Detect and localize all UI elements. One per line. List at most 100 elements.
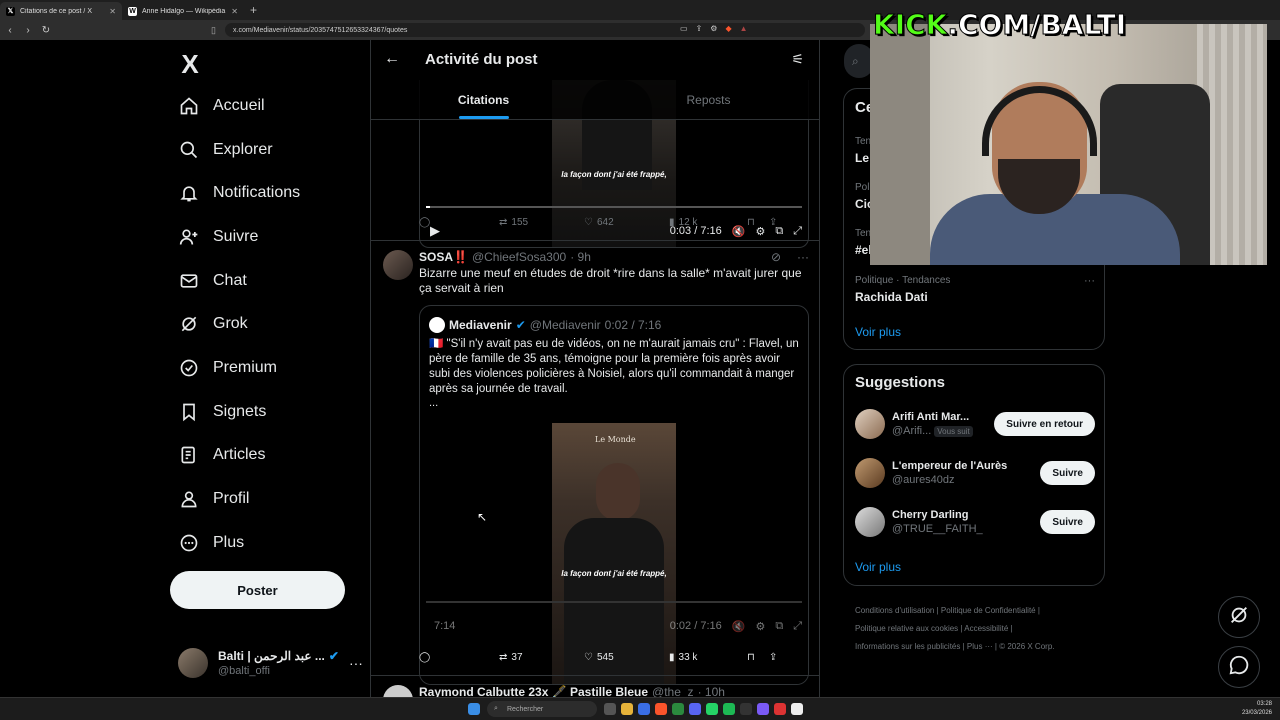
footer-link[interactable]: Politique relative aux cookies — [855, 624, 958, 633]
discord-icon[interactable] — [689, 703, 701, 715]
more-dots-icon: ··· — [348, 655, 363, 671]
reload-icon[interactable]: ↻ — [38, 25, 54, 36]
more-dots-icon[interactable]: ··· — [1084, 275, 1095, 287]
verified-badge-icon: ✔ — [328, 649, 339, 663]
grok-icon[interactable]: ⊘ — [771, 250, 781, 264]
video-brand-watermark: Le Monde — [595, 435, 636, 444]
bookmark-star-icon[interactable]: ▯ — [211, 25, 216, 36]
app-icon[interactable] — [757, 703, 769, 715]
browser-tab[interactable]: 𝕏 Citations de ce post / X ✕ — [0, 2, 122, 20]
brave-icon[interactable] — [655, 703, 667, 715]
share-icon[interactable]: ⇪ — [696, 24, 703, 33]
views-button[interactable]: ▮ 12 k — [669, 217, 747, 228]
post-button[interactable]: Poster — [170, 571, 345, 609]
grok-floating-button[interactable] — [1218, 596, 1260, 638]
brave-rewards-icon[interactable]: ▲ — [740, 24, 748, 33]
nav-item-grok[interactable]: Grok — [170, 302, 360, 346]
settings-icon[interactable]: ⚙ — [710, 24, 717, 33]
nav-item-explore[interactable]: Explorer — [170, 128, 360, 172]
video-progress-bar[interactable] — [426, 206, 802, 208]
nav-item-home[interactable]: Accueil — [170, 84, 360, 128]
more-dots-icon[interactable]: ··· — [797, 250, 809, 264]
reply-icon[interactable]: ◯ — [419, 652, 499, 663]
suggestion-info: Cherry Darling @TRUE__FAITH_ — [892, 509, 1040, 535]
see-more-link[interactable]: Voir plus — [855, 560, 901, 574]
windows-start-icon[interactable] — [468, 703, 480, 715]
suggestion-item[interactable]: Cherry Darling @TRUE__FAITH_ Suivre — [855, 504, 1095, 540]
volume-mute-icon[interactable]: 🔇 — [732, 620, 746, 633]
back-arrow-icon[interactable]: ‹ — [2, 25, 18, 36]
forward-arrow-icon[interactable]: › — [20, 25, 36, 36]
views-button[interactable]: ▮ 33 k — [669, 652, 747, 663]
install-icon[interactable]: ▭ — [680, 24, 688, 33]
footer-link[interactable]: Politique de Confidentialité — [941, 606, 1036, 615]
tab-reposts[interactable]: Reposts — [596, 84, 819, 120]
tab-quotes[interactable]: Citations — [371, 84, 596, 120]
suggestion-item[interactable]: Arifi Anti Mar... @Arifi... Vous suit Suiv… — [855, 406, 1095, 442]
follow-button[interactable]: Suivre — [1040, 510, 1095, 534]
task-view-icon[interactable] — [604, 703, 616, 715]
repost-button[interactable]: ⇄ 155 — [499, 217, 584, 228]
author-name[interactable]: SOSA‼️ — [419, 250, 468, 264]
system-tray-clock[interactable]: 03:28 23/03/2026 — [1242, 700, 1272, 718]
nav-item-articles[interactable]: Articles — [170, 434, 360, 478]
nav-item-more[interactable]: Plus — [170, 521, 360, 565]
new-tab-icon[interactable]: + — [250, 3, 257, 17]
pip-icon[interactable]: ⧉ — [775, 620, 783, 633]
like-button[interactable]: ♡ 642 — [584, 217, 669, 228]
nav-item-notifications[interactable]: Notifications — [170, 171, 360, 215]
nav-item-bookmarks[interactable]: Signets — [170, 390, 360, 434]
suggestions-title: Suggestions — [855, 374, 946, 391]
repost-button[interactable]: ⇄ 37 — [499, 652, 584, 663]
share-icon[interactable]: ⇪ — [769, 652, 777, 663]
quoted-post[interactable]: Mediavenir ✔ @Mediavenir 0:02 / 7:16 🇫🇷 … — [419, 305, 809, 685]
browser-tab[interactable]: W Anne Hidalgo — Wikipédia ✕ — [122, 2, 244, 20]
back-arrow-icon[interactable]: ← — [384, 50, 400, 68]
trend-item[interactable]: Politique · Tendances Rachida Dati ··· — [855, 275, 1095, 304]
bookmark-icon[interactable]: ⊓ — [747, 217, 769, 228]
reply-icon[interactable]: ◯ — [419, 217, 499, 228]
notion-icon[interactable] — [791, 703, 803, 715]
author-handle[interactable]: @ChieefSosa300 — [472, 250, 566, 264]
x-logo-icon[interactable]: X — [170, 44, 210, 84]
app-icon[interactable] — [774, 703, 786, 715]
video-progress-bar[interactable] — [426, 601, 802, 603]
settings-icon[interactable]: ⚙ — [755, 620, 765, 633]
url-field[interactable]: ▯ x.com/Mediavenir/status/20357475126533… — [211, 23, 865, 37]
chat-floating-button[interactable] — [1218, 646, 1260, 688]
fullscreen-icon[interactable]: ⤢ — [793, 620, 802, 633]
obs-icon[interactable] — [740, 703, 752, 715]
bookmark-icon[interactable]: ⊓ — [747, 652, 769, 663]
nav-item-premium[interactable]: Premium — [170, 346, 360, 390]
follow-button[interactable]: Suivre — [1040, 461, 1095, 485]
share-icon[interactable]: ⇪ — [769, 217, 777, 228]
suggestion-item[interactable]: L'empereur de l'Aurès @aures40dz Suivre — [855, 455, 1095, 491]
like-button[interactable]: ♡ 545 — [584, 652, 669, 663]
footer-link[interactable]: Accessibilité — [964, 624, 1008, 633]
app-icon[interactable] — [672, 703, 684, 715]
nav-item-follow[interactable]: Suivre — [170, 215, 360, 259]
whatsapp-icon[interactable] — [706, 703, 718, 715]
see-more-link[interactable]: Voir plus — [855, 325, 901, 339]
avatar — [855, 507, 885, 537]
spotify-icon[interactable] — [723, 703, 735, 715]
footer-link[interactable]: Informations sur les publicités — [855, 642, 960, 651]
close-tab-icon[interactable]: ✕ — [231, 7, 238, 16]
repost-count: 37 — [511, 652, 523, 663]
nav-item-profile[interactable]: Profil — [170, 477, 360, 521]
follow-back-button[interactable]: Suivre en retour — [994, 412, 1095, 436]
avatar[interactable] — [383, 250, 413, 280]
file-explorer-icon[interactable] — [621, 703, 633, 715]
filter-icon[interactable]: ⚟ — [791, 51, 804, 68]
taskbar-search[interactable]: ⌕ Rechercher — [487, 701, 597, 717]
brave-shield-icon[interactable]: ◆ — [725, 24, 731, 33]
suggestion-info: Arifi Anti Mar... @Arifi... Vous suit — [892, 411, 994, 437]
store-icon[interactable] — [638, 703, 650, 715]
trend-name: Rachida Dati — [855, 290, 928, 304]
quote-video[interactable]: Le Monde la façon dont j'ai été frappé, … — [420, 423, 808, 684]
footer-link[interactable]: Plus ··· — [967, 642, 993, 651]
nav-item-chat[interactable]: Chat — [170, 259, 360, 303]
account-switcher[interactable]: Balti | عبد الرحمن ... ✔ @balti_offi ··· — [178, 645, 368, 681]
footer-link[interactable]: Conditions d'utilisation — [855, 606, 934, 615]
close-tab-icon[interactable]: ✕ — [109, 7, 116, 16]
